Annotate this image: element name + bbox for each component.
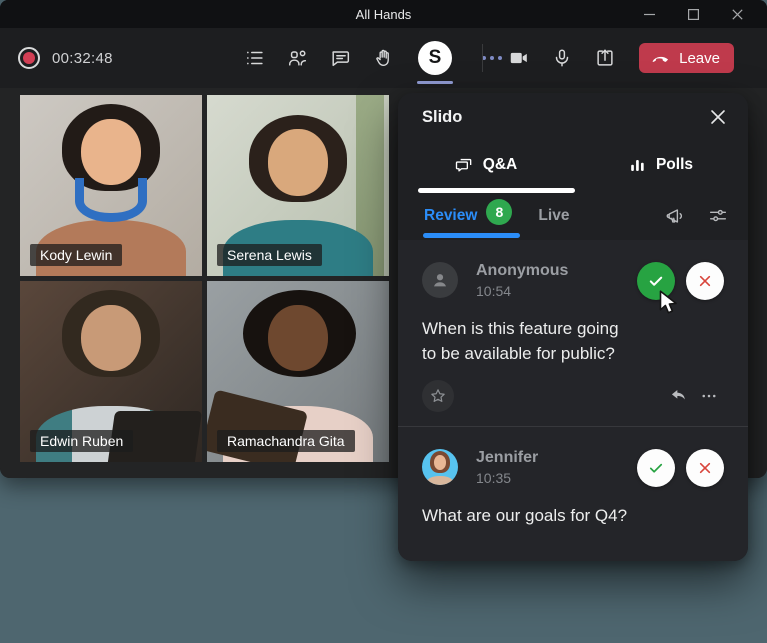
megaphone-icon [665,205,687,227]
tab-qna-label: Q&A [483,156,517,174]
reply-question-button[interactable] [664,381,694,411]
x-icon [697,273,713,289]
filter-button[interactable] [704,202,732,230]
question-item: Jennifer 10:35 What are our goals for Q4… [398,426,748,552]
approve-question-button[interactable] [637,262,675,300]
participant-name: Edwin Ruben [30,430,133,452]
close-icon [710,109,726,125]
subtab-live[interactable]: Live [538,207,569,225]
dismiss-question-button[interactable] [686,449,724,487]
titlebar: All Hands [0,0,767,28]
ellipsis-icon [700,387,718,405]
video-tile: Serena Lewis [207,95,389,276]
dismiss-question-button[interactable] [686,262,724,300]
question-more-button[interactable] [694,381,724,411]
question-author: Jennifer [476,449,637,467]
question-time: 10:35 [476,470,637,486]
raise-hand-icon [373,47,395,69]
panel-title: Slido [422,108,462,127]
minimize-button[interactable] [627,0,671,28]
share-screen-icon [594,47,616,69]
qna-icon [454,155,474,175]
x-icon [697,460,713,476]
active-subtab-underline [423,233,520,238]
star-icon [429,387,447,405]
qna-subtabs: Review 8 Live [398,196,748,236]
camera-icon [508,47,530,69]
reply-icon [669,386,689,406]
close-icon [732,9,743,20]
chat-button[interactable] [326,43,356,73]
video-tile: Edwin Ruben [20,281,202,462]
slido-panel: Slido Q&A Polls Review 8 Live [398,93,748,561]
subtab-review-label: Review [424,207,477,225]
star-question-button[interactable] [422,380,454,412]
participant-name: Ramachandra Gita [217,430,355,452]
maximize-icon [688,9,699,20]
question-list: Anonymous 10:54 When is this feature goi… [398,240,748,561]
people-icon [287,47,309,69]
subtab-live-label: Live [538,207,569,224]
jennifer-avatar [422,449,458,485]
filter-sliders-icon [707,205,729,227]
participant-name: Serena Lewis [217,244,322,266]
participant-name: Kody Lewin [30,244,122,266]
list-icon [244,47,266,69]
video-tile: Ramachandra Gita [207,281,389,462]
microphone-icon [551,47,573,69]
check-icon [647,272,665,290]
leave-label: Leave [679,50,720,67]
participants-button[interactable] [283,43,313,73]
toolbar-divider [482,44,483,72]
window-controls [627,0,759,28]
subtab-review[interactable]: Review 8 [424,203,512,229]
tab-polls[interactable]: Polls [573,145,748,185]
anonymous-avatar [422,262,458,298]
hang-up-icon [651,48,671,68]
camera-button[interactable] [504,43,534,73]
share-screen-button[interactable] [590,43,620,73]
microphone-button[interactable] [547,43,577,73]
tab-qna[interactable]: Q&A [398,145,573,185]
slido-active-underline [417,81,453,85]
slido-logo-icon: S [418,41,452,75]
question-text: When is this feature going to be availab… [422,316,724,366]
video-grid: Kody Lewin Serena Lewis Edwin Ruben Rama… [20,95,389,462]
agenda-list-button[interactable] [240,43,270,73]
recording-timer: 00:32:48 [52,50,113,67]
recording-indicator-icon [18,47,40,69]
review-count-badge: 8 [486,199,512,225]
leave-button[interactable]: Leave [639,43,734,73]
question-time: 10:54 [476,283,637,299]
announce-button[interactable] [662,202,690,230]
maximize-button[interactable] [671,0,715,28]
question-text: What are our goals for Q4? [422,503,724,528]
polls-icon [628,156,647,175]
slido-app-button[interactable]: S [418,41,452,75]
approve-question-button[interactable] [637,449,675,487]
close-panel-button[interactable] [704,103,732,131]
headphones-accent [75,178,148,221]
question-author: Anonymous [476,262,637,280]
chat-icon [330,47,352,69]
meeting-toolbar: 00:32:48 S [0,28,767,88]
active-tab-underline [418,188,575,193]
raise-hand-button[interactable] [369,43,399,73]
slido-main-tabs: Q&A Polls [398,145,748,185]
person-icon [429,269,451,291]
video-tile: Kody Lewin [20,95,202,276]
tab-polls-label: Polls [656,156,693,174]
close-window-button[interactable] [715,0,759,28]
check-icon [647,459,665,477]
minimize-icon [644,9,655,20]
question-item: Anonymous 10:54 When is this feature goi… [398,240,748,426]
